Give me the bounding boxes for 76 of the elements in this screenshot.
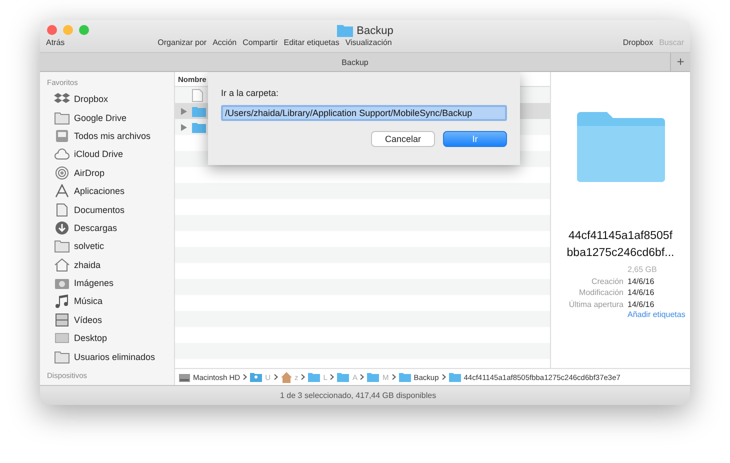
chevron-icon — [392, 374, 396, 380]
cloud-icon — [54, 147, 70, 162]
film-icon — [54, 312, 70, 327]
sidebar-item[interactable]: Usuarios eliminados — [74, 352, 156, 362]
sidebar-item[interactable]: solvetic — [74, 241, 104, 252]
sidebar-item[interactable]: Descargas — [74, 222, 118, 233]
folder-icon — [192, 106, 206, 116]
back-button[interactable]: Atrás — [46, 38, 65, 47]
folder-icon — [574, 110, 666, 184]
music-icon — [54, 294, 70, 308]
folder-icon — [448, 372, 461, 382]
chevron-icon — [243, 374, 248, 380]
stack-icon — [54, 128, 70, 143]
sidebar-item[interactable]: Desktop — [74, 333, 108, 344]
file-size: 2,65 GB — [628, 264, 658, 276]
sidebar-item[interactable]: Vídeos — [74, 314, 102, 325]
toolbar-button[interactable]: Organizar por — [158, 38, 207, 47]
folder-icon — [250, 372, 262, 382]
add-tags-link[interactable]: Añadir etiquetas — [628, 310, 688, 320]
detail-label: Modificación — [578, 287, 624, 298]
sidebar-item[interactable]: Google Drive — [74, 112, 127, 123]
folder-icon — [54, 350, 70, 364]
desktop-icon — [54, 331, 70, 346]
chevron-icon — [301, 374, 306, 380]
folder-icon — [308, 372, 320, 382]
file-name: bba1275c246cd6bf... — [566, 246, 674, 261]
file-name: 44cf41145a1af8505f — [567, 229, 674, 244]
sidebar-item[interactable]: Imágenes — [74, 278, 114, 288]
status-text: 1 de 3 seleccionado, 417,44 GB disponibles — [280, 391, 436, 400]
sidebar-item[interactable]: AirDrop — [74, 168, 105, 178]
minimize-icon[interactable] — [63, 25, 73, 35]
detail-value: 14/6/16 — [628, 276, 656, 287]
home-icon — [54, 258, 70, 272]
detail-label: Creación — [590, 276, 624, 287]
window-title: Backup — [356, 24, 394, 36]
download-icon — [54, 220, 70, 235]
close-icon[interactable] — [47, 25, 57, 35]
home-icon — [280, 372, 292, 382]
cancel-button[interactable]: Cancelar — [371, 131, 435, 147]
chevron-icon — [274, 374, 278, 380]
new-tab-button[interactable]: + — [670, 53, 690, 71]
disclosure-triangle-icon[interactable] — [181, 124, 187, 130]
chevron-icon — [442, 374, 446, 380]
folder-icon — [336, 24, 353, 37]
sidebar-item[interactable]: Dropbox — [74, 94, 108, 104]
chevron-icon — [330, 374, 334, 380]
folder-icon — [54, 110, 70, 125]
sidebar-item[interactable]: zhaida — [74, 260, 101, 270]
toolbar-button[interactable]: Acción — [212, 38, 237, 47]
toolbar-button[interactable]: Dropbox — [622, 38, 654, 47]
folder-path-field[interactable]: /Users/zhaida/Library/Application Support/MobileSync/Backup — [221, 105, 507, 121]
folder-icon — [367, 372, 380, 382]
detail-value: 14/6/16 — [628, 287, 656, 298]
dialog-label: Ir a la carpeta: — [221, 88, 280, 98]
folder-icon — [192, 122, 206, 132]
folder-icon — [398, 372, 411, 382]
zoom-icon[interactable] — [79, 25, 89, 35]
detail-value: 14/6/16 — [628, 298, 656, 310]
apps-icon — [54, 184, 70, 198]
toolbar-button[interactable]: Compartir — [242, 38, 278, 47]
airdrop-icon — [54, 166, 70, 180]
sidebar-item[interactable]: Música — [74, 296, 103, 306]
chevron-icon — [360, 374, 364, 380]
sidebar-item[interactable]: Documentos — [74, 204, 125, 215]
toolbar-button[interactable]: Visualización — [345, 38, 392, 47]
sidebar-item[interactable]: Todos mis archivos — [74, 130, 151, 141]
disclosure-triangle-icon[interactable] — [181, 108, 187, 114]
folder-icon — [54, 239, 70, 254]
toolbar-button[interactable]: Editar etiquetas — [284, 38, 340, 47]
sidebar-item[interactable]: iCloud Drive — [74, 149, 124, 160]
sidebar-item[interactable]: Aplicaciones — [74, 186, 125, 196]
doc-icon — [54, 202, 70, 217]
camera-icon — [54, 276, 70, 290]
folder-icon — [337, 372, 350, 382]
detail-label: Última apertura — [568, 298, 624, 310]
tab[interactable]: Backup — [40, 58, 670, 66]
